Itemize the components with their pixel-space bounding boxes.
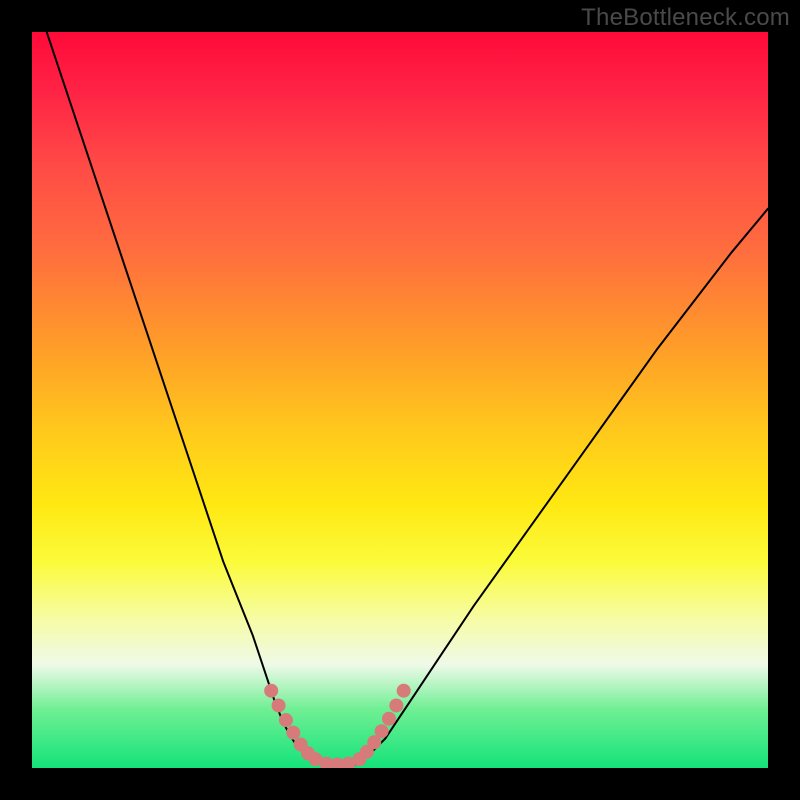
curve-marker bbox=[397, 684, 411, 698]
watermark-text: TheBottleneck.com bbox=[581, 4, 790, 32]
curve-marker bbox=[375, 724, 389, 738]
chart-frame: TheBottleneck.com bbox=[0, 0, 800, 800]
curve-marker bbox=[279, 713, 293, 727]
curve-marker bbox=[286, 726, 300, 740]
plot-area bbox=[32, 32, 768, 768]
bottleneck-curve bbox=[47, 32, 768, 767]
curve-markers bbox=[264, 684, 410, 768]
curve-marker bbox=[272, 698, 286, 712]
curve-marker bbox=[264, 684, 278, 698]
curve-layer bbox=[32, 32, 768, 768]
curve-marker bbox=[389, 698, 403, 712]
curve-marker bbox=[382, 712, 396, 726]
